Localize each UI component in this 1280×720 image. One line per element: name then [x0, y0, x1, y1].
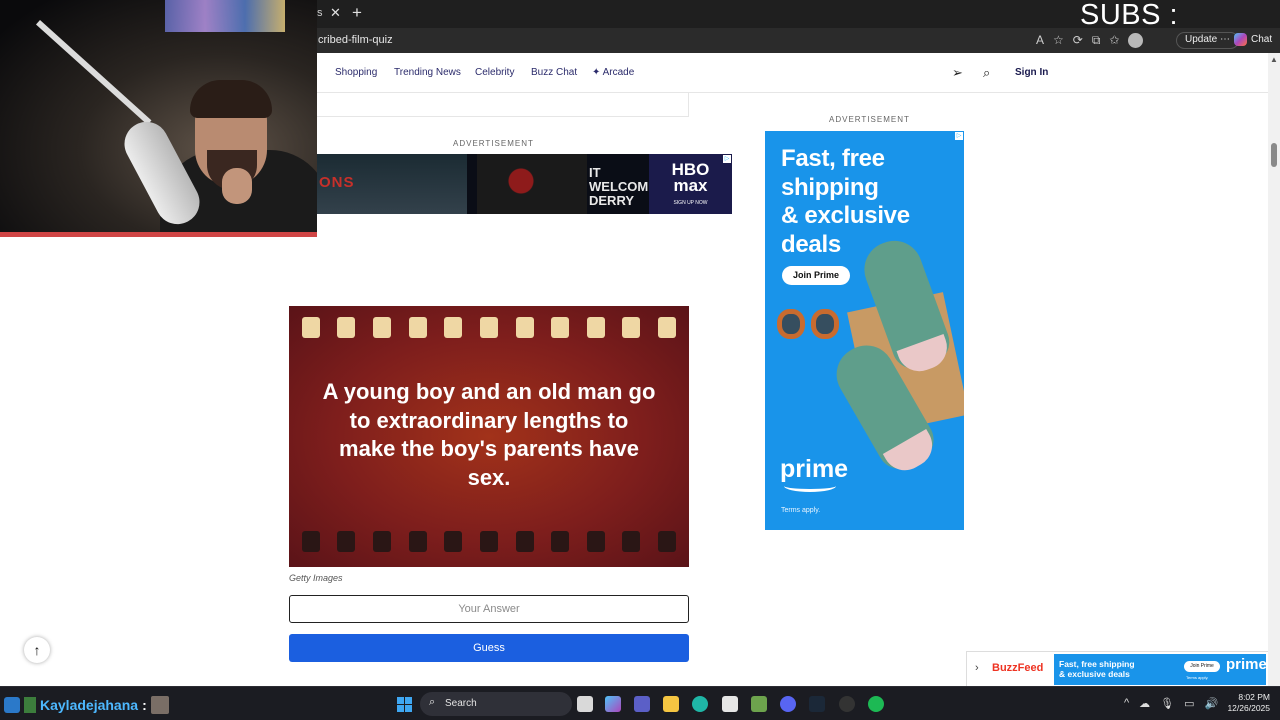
- tab-close-icon[interactable]: ✕: [330, 5, 341, 21]
- address-bar-icons: A ☆ ⟳ ⧉ ✩: [1036, 33, 1144, 48]
- chat-overlay-message: Kayladejahana :: [4, 696, 169, 714]
- nav-celebrity[interactable]: Celebrity: [475, 67, 514, 78]
- copilot-app-icon[interactable]: [605, 696, 621, 712]
- display-icon[interactable]: ▭: [1184, 697, 1194, 710]
- scroll-to-top-button[interactable]: ↑: [24, 637, 50, 663]
- tab-title[interactable]: s: [317, 7, 323, 19]
- favorites-icon[interactable]: ✩: [1109, 33, 1119, 48]
- microphone-icon[interactable]: 🎙: [1160, 697, 1174, 710]
- answer-input[interactable]: [289, 595, 689, 623]
- prime-terms: Terms apply.: [781, 507, 821, 514]
- scroll-up-icon[interactable]: ▲: [1270, 55, 1278, 64]
- buzzfeed-logo: BuzzFeed: [992, 662, 1044, 674]
- favorite-star-icon[interactable]: ☆: [1053, 33, 1064, 48]
- bottom-join-prime-button[interactable]: Join Prime: [1184, 661, 1220, 672]
- copilot-icon: [1234, 33, 1247, 46]
- edge-icon[interactable]: [692, 696, 708, 712]
- clock-time: 8:02 PM: [1238, 692, 1270, 702]
- spotify-icon[interactable]: [868, 696, 884, 712]
- prime-smile-logo: [784, 480, 836, 492]
- shelf-lights: [165, 0, 285, 32]
- search-icon[interactable]: ⌕: [983, 65, 990, 81]
- minecraft-icon[interactable]: [751, 696, 767, 712]
- discord-icon[interactable]: [780, 696, 796, 712]
- bottom-ad-text: Fast, free shipping & exclusive deals: [1059, 659, 1135, 679]
- chevron-right-icon[interactable]: ›: [975, 662, 979, 674]
- sidebar-ad-label: ADVERTISEMENT: [829, 115, 910, 124]
- quiz-clue-text: A young boy and an old man go to extraor…: [322, 379, 656, 490]
- page-scrollbar[interactable]: ▲: [1268, 53, 1280, 686]
- windows-start-icon[interactable]: [397, 697, 412, 712]
- taskbar-search[interactable]: ⌕ Search: [420, 692, 572, 716]
- obs-icon[interactable]: [839, 696, 855, 712]
- ad-label: ADVERTISEMENT: [453, 139, 534, 148]
- system-tray: ^ ☁ 🎙 ▭ 🔊: [1124, 697, 1218, 710]
- hbo-cta: SIGN UP NOW: [673, 200, 708, 206]
- adchoices-icon[interactable]: ▷: [955, 132, 963, 140]
- steam-icon[interactable]: [809, 696, 825, 712]
- new-tab-icon[interactable]: +: [352, 3, 362, 23]
- task-view-icon[interactable]: [577, 696, 593, 712]
- chat-separator: :: [142, 697, 147, 713]
- taskbar-search-label: Search: [445, 698, 477, 709]
- read-aloud-icon[interactable]: A: [1036, 33, 1044, 48]
- bottom-prime-logo: prime: [1226, 656, 1267, 673]
- taskbar-clock[interactable]: 8:02 PM 12/26/2025: [1226, 692, 1270, 714]
- sticky-bottom-ad[interactable]: › BuzzFeed Fast, free shipping & exclusi…: [966, 651, 1268, 686]
- image-credit: Getty Images: [289, 573, 343, 583]
- copilot-chat-button[interactable]: Chat: [1234, 33, 1272, 46]
- chat-label: Chat: [1251, 34, 1273, 45]
- update-label: Update: [1185, 34, 1218, 45]
- hbo-max-ad-banner[interactable]: ONS IT WELCOME TO DERRY HBO max SIGN UP …: [317, 154, 732, 214]
- chevron-up-icon[interactable]: ^: [1124, 697, 1129, 710]
- streamer-hair: [190, 80, 272, 118]
- film-perforations-bottom: [289, 531, 689, 552]
- nav-shopping[interactable]: Shopping: [335, 67, 377, 78]
- hbo-max-logo: HBO max SIGN UP NOW: [649, 154, 732, 214]
- quiz-clue-image: A young boy and an old man go to extraor…: [289, 306, 689, 567]
- webcam-border: [0, 232, 317, 237]
- bottom-ad-terms: Terms apply.: [1186, 675, 1209, 680]
- sunglasses-image: [777, 309, 843, 339]
- join-prime-button[interactable]: Join Prime: [782, 266, 850, 285]
- nav-buzz-chat[interactable]: Buzz Chat: [531, 67, 577, 78]
- chat-badge-icon: [24, 697, 36, 713]
- film-perforations-top: [289, 317, 689, 338]
- send-icon[interactable]: ➢: [952, 65, 963, 81]
- amazon-prime-ad[interactable]: Fast, free shipping & exclusive deals Jo…: [765, 131, 964, 530]
- chat-emote: [150, 696, 169, 714]
- streamer-hand: [222, 168, 252, 204]
- bottom-prime-ad[interactable]: Fast, free shipping & exclusive deals Jo…: [1054, 654, 1267, 685]
- volume-icon[interactable]: 🔊: [1205, 697, 1219, 710]
- update-button[interactable]: Update ⋯: [1176, 32, 1240, 49]
- nav-trending-news[interactable]: Trending News: [394, 67, 461, 78]
- webcam-overlay: [0, 0, 317, 237]
- teams-icon[interactable]: [634, 696, 650, 712]
- ad-title-left: ONS: [319, 174, 355, 191]
- chat-badge-icon: [4, 697, 20, 713]
- file-explorer-icon[interactable]: [663, 696, 679, 712]
- sign-in-link[interactable]: Sign In: [1015, 67, 1048, 78]
- clock-date: 12/26/2025: [1227, 703, 1270, 713]
- nav-arcade[interactable]: ✦ Arcade: [592, 67, 634, 78]
- profile-avatar[interactable]: [1128, 33, 1144, 48]
- arrow-up-icon: ↑: [33, 642, 41, 658]
- onedrive-icon[interactable]: ☁: [1139, 697, 1150, 710]
- chat-username: Kayladejahana: [40, 697, 139, 713]
- url-field[interactable]: cribed-film-quiz: [318, 34, 393, 46]
- hbo-logo-text: HBO max: [671, 160, 710, 195]
- scrollbar-thumb[interactable]: [1271, 143, 1277, 167]
- adchoices-icon[interactable]: ▷: [723, 155, 731, 163]
- extensions-icon[interactable]: ⟳: [1073, 33, 1083, 48]
- guess-button[interactable]: Guess: [289, 634, 689, 662]
- search-icon: ⌕: [429, 696, 436, 708]
- pennywise-balloon-image: [477, 154, 587, 214]
- windows-taskbar: Kayladejahana : ⌕ Search ^ ☁ 🎙 ▭ 🔊 8:02 …: [0, 686, 1280, 720]
- store-icon[interactable]: [722, 696, 738, 712]
- collections-icon[interactable]: ⧉: [1092, 33, 1101, 48]
- content-divider: [317, 93, 689, 117]
- sparkle-icon: ✦: [592, 67, 601, 78]
- nav-arcade-label: Arcade: [602, 67, 635, 78]
